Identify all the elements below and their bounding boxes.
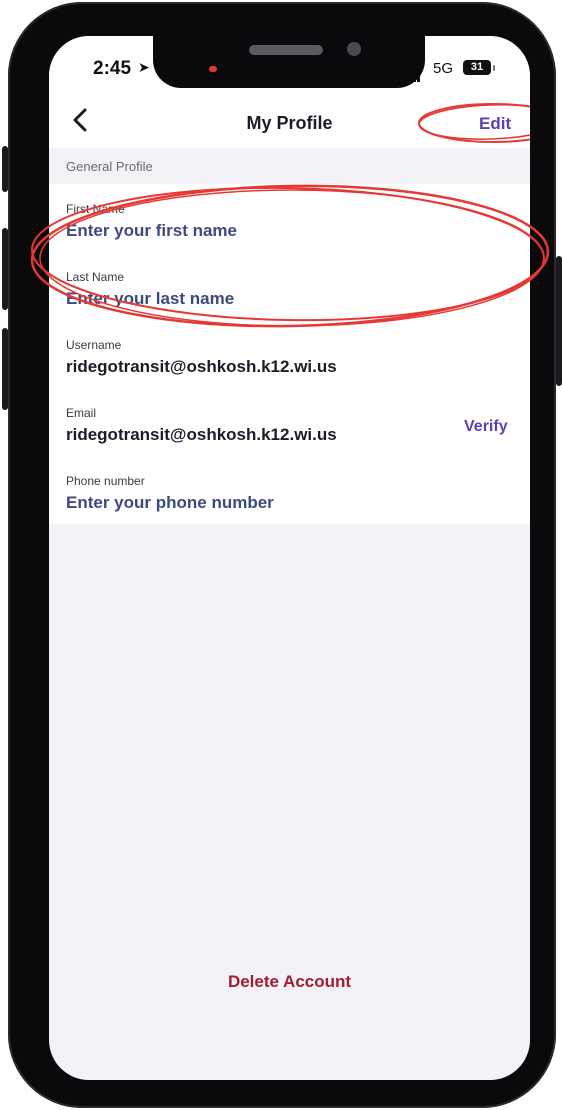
phone-frame: 2:45 ➤ 5G 31 My Profile Edit General Pro… [2,2,562,1108]
battery-cap-icon [493,65,495,71]
front-camera [347,42,361,56]
section-header-label: General Profile [66,159,153,174]
phone-input[interactable]: Enter your phone number [66,493,506,513]
edit-annotation-circle [418,103,530,143]
status-time: 2:45 [93,58,132,79]
section-header: General Profile [49,148,530,184]
phone-label: Phone number [66,474,145,488]
phone-field[interactable]: Phone number Enter your phone number [66,474,506,513]
email-label: Email [66,406,97,420]
side-button-volume-up [2,228,8,310]
side-button-power [556,256,562,386]
location-arrow-icon: ➤ [138,59,150,75]
verify-email-button[interactable]: Verify [464,418,508,436]
email-value[interactable]: ridegotransit@oshkosh.k12.wi.us [66,425,446,445]
username-field: Username ridegotransit@oshkosh.k12.wi.us [66,338,506,377]
side-button-silent [2,146,8,192]
username-value: ridegotransit@oshkosh.k12.wi.us [66,357,337,376]
name-fields-annotation-circle [30,184,550,328]
username-label: Username [66,338,122,352]
email-field[interactable]: Email ridegotransit@oshkosh.k12.wi.us [66,406,446,445]
battery-icon: 31 [463,60,491,75]
speaker-grille [249,45,323,55]
recording-indicator [209,66,217,72]
side-button-volume-down [2,328,8,410]
delete-account-button[interactable]: Delete Account [49,972,530,992]
notch [153,36,425,88]
network-type: 5G [433,60,454,77]
